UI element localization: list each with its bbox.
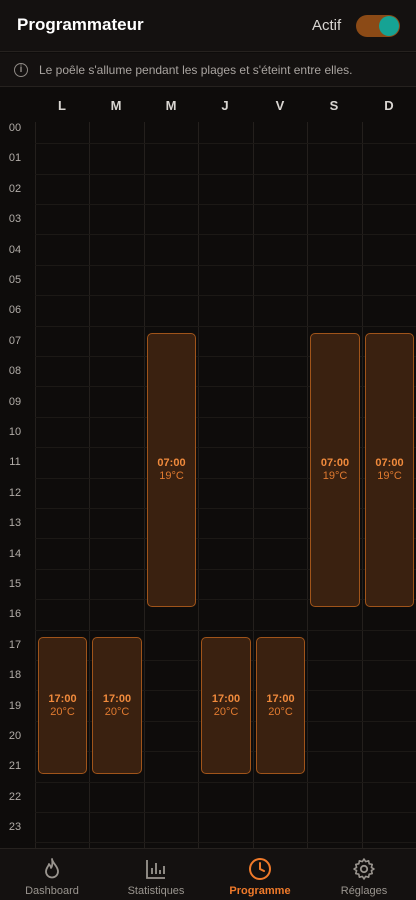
column-divider	[89, 122, 90, 848]
slot-content: 17:00 20°C	[257, 693, 304, 719]
slot-temperature: 19°C	[322, 469, 348, 482]
active-label: Actif	[312, 17, 342, 34]
column-divider	[307, 122, 308, 848]
hour-label: 00	[8, 122, 22, 134]
slot-content: 17:00 20°C	[39, 693, 86, 719]
tab-dashboard[interactable]: Dashboard	[0, 849, 104, 900]
hour-label: 23	[8, 821, 22, 834]
slot-start-time: 17:00	[266, 692, 295, 705]
column-divider	[198, 122, 199, 848]
day-header-thursday: J	[221, 98, 229, 113]
schedule-slot[interactable]: 17:00 20°C	[256, 637, 305, 774]
day-header-tuesday: M	[110, 98, 122, 113]
hour-row-line	[35, 781, 416, 783]
slot-content: 17:00 20°C	[202, 693, 250, 719]
tab-statistiques[interactable]: Statistiques	[104, 849, 208, 900]
active-toggle[interactable]	[356, 15, 400, 37]
hour-label: 22	[8, 790, 22, 803]
hour-label: 20	[8, 730, 22, 742]
schedule-slot[interactable]: 17:00 20°C	[38, 637, 87, 774]
slot-content: 07:00 19°C	[148, 457, 195, 483]
hour-row-line	[35, 264, 416, 266]
day-header-sunday: D	[384, 98, 394, 113]
hour-row-line	[35, 629, 416, 631]
hour-label: 16	[8, 608, 22, 621]
column-divider	[35, 122, 36, 848]
hour-label: 17	[8, 638, 22, 651]
tab-programme[interactable]: Programme	[208, 849, 312, 900]
day-header-monday: L	[58, 98, 66, 113]
schedule-slot[interactable]: 07:00 19°C	[310, 333, 360, 607]
hour-row-line	[35, 204, 416, 205]
hour-label: 09	[8, 395, 22, 408]
day-header-friday: V	[275, 98, 285, 113]
hour-label: 14	[8, 547, 22, 560]
hour-label: 02	[8, 182, 22, 195]
slot-content: 17:00 20°C	[93, 693, 141, 719]
hour-label: 18	[8, 669, 22, 682]
hour-label: 10	[8, 426, 22, 438]
slot-temperature: 19°C	[377, 469, 402, 482]
hour-row-line	[35, 173, 416, 175]
page-title: Programmateur	[17, 15, 144, 34]
hour-row-line	[35, 842, 416, 844]
info-banner: i Le poêle s'allume pendant les plages e…	[0, 53, 416, 87]
schedule-slot[interactable]: 17:00 20°C	[201, 637, 251, 774]
hour-label: 19	[8, 699, 22, 712]
tab-programme-label: Programme	[229, 885, 291, 897]
hour-label: 21	[8, 760, 22, 773]
slot-temperature: 20°C	[50, 705, 75, 718]
info-icon: i	[14, 63, 28, 77]
slot-start-time: 17:00	[102, 692, 132, 705]
slot-start-time: 07:00	[375, 456, 404, 469]
column-divider	[144, 122, 145, 848]
tab-statistiques-label: Statistiques	[127, 885, 185, 897]
day-header-wednesday: M	[165, 98, 177, 113]
slot-content: 07:00 19°C	[366, 457, 413, 483]
bottom-tab-bar: Dashboard Statistiques Programme Réglage…	[0, 848, 416, 900]
hour-label: 11	[9, 456, 21, 469]
slot-start-time: 17:00	[48, 692, 77, 705]
slot-temperature: 20°C	[213, 705, 239, 718]
column-divider	[362, 122, 363, 848]
schedule-slot[interactable]: 17:00 20°C	[92, 637, 142, 774]
toggle-knob	[379, 16, 399, 36]
hour-label: 03	[8, 213, 22, 226]
slot-start-time: 07:00	[320, 456, 350, 469]
hour-label: 01	[8, 152, 22, 165]
slot-content: 07:00 19°C	[311, 457, 359, 483]
info-text: Le poêle s'allume pendant les plages et …	[39, 63, 353, 77]
schedule-grid: L M M J V S D 00 01 02 03 04 05 06 07 08 09 10 11 12…	[0, 88, 416, 848]
clock-icon	[249, 858, 271, 880]
hour-label: 05	[8, 274, 22, 286]
hour-row-line	[35, 812, 416, 813]
hour-row-line	[35, 234, 416, 236]
bar-chart-icon	[146, 860, 165, 879]
slot-temperature: 20°C	[104, 705, 130, 718]
hour-row-line	[35, 143, 416, 145]
gear-icon	[353, 858, 375, 880]
hour-label: 15	[8, 578, 22, 590]
slot-start-time: 07:00	[157, 456, 186, 469]
hour-label: 13	[8, 517, 22, 530]
slot-temperature: 20°C	[268, 705, 293, 718]
hour-label: 06	[8, 304, 22, 317]
slot-temperature: 19°C	[159, 469, 184, 482]
day-header-saturday: S	[329, 98, 339, 113]
slot-start-time: 17:00	[211, 692, 241, 705]
column-divider	[253, 122, 254, 848]
top-bar: Programmateur Actif	[0, 0, 416, 52]
tab-dashboard-label: Dashboard	[25, 885, 79, 897]
schedule-slot[interactable]: 07:00 19°C	[147, 333, 196, 607]
flame-icon	[45, 858, 59, 879]
hour-row-line	[35, 325, 416, 327]
hour-label: 04	[8, 243, 22, 256]
hour-label: 12	[8, 486, 22, 499]
tab-reglages-label: Réglages	[340, 885, 388, 897]
tab-reglages[interactable]: Réglages	[312, 849, 416, 900]
hour-label: 07	[8, 334, 22, 347]
hour-row-line	[35, 295, 416, 297]
hour-label: 08	[8, 365, 22, 378]
schedule-slot[interactable]: 07:00 19°C	[365, 333, 414, 607]
